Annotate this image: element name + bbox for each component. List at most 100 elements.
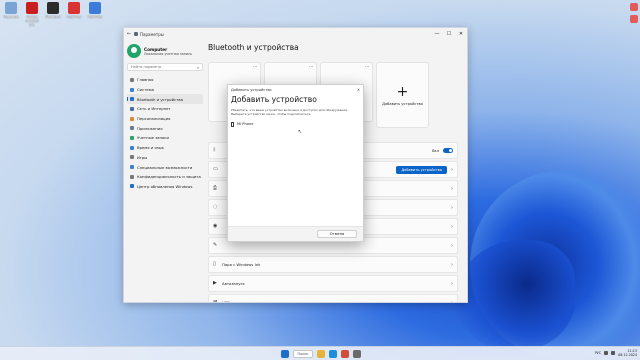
settings-row[interactable]: ▯ Пара с Windows Ink › [208,256,458,273]
desktop-icon-wordpad[interactable]: Wordpad [44,2,62,27]
app-icon [68,2,80,14]
dialog-bar-title: Добавить устройство [231,87,272,92]
desktop-app-icon-right[interactable] [630,3,638,11]
desktop-icons: Корзина Adobe Acrobat DC Wordpad OptiPle… [2,2,104,27]
taskbar-search[interactable]: Поиск [293,350,313,358]
sidebar-item-label: Сеть и Интернет [137,106,171,112]
sidebar-item[interactable]: Приложения [127,123,203,133]
sidebar-item[interactable]: Главная [127,75,203,85]
chrome-icon[interactable] [341,350,349,358]
desktop-icon-app-1[interactable]: OptiPlex [65,2,83,27]
printer-icon: ⎙ [213,185,218,191]
add-device-card[interactable]: + Добавить устройство [376,62,429,128]
avatar [127,44,141,58]
bluetooth-toggle[interactable] [443,148,453,153]
sidebar-item[interactable]: Центр обновления Windows [127,182,203,192]
more-options-icon[interactable]: ··· [309,64,313,69]
pen-icon: ✎ [213,242,218,248]
page-title: Bluetooth и устройства [208,43,299,52]
dialog-titlebar: Добавить устройство ✕ [228,85,363,94]
sidebar-item-label: Центр обновления Windows [137,183,193,189]
window-title: Параметры [140,31,164,37]
desktop-app-icon-right-2[interactable] [630,15,638,23]
settings-row-title: USB [222,300,230,303]
sidebar-item[interactable]: Система [127,85,203,95]
network-icon[interactable] [604,351,609,355]
settings-icon[interactable] [353,350,361,358]
chevron-right-icon: › [451,166,453,173]
file-explorer-icon[interactable] [317,350,325,358]
wordpad-icon [47,2,59,14]
add-device-button[interactable]: Добавить устройство [396,165,447,174]
sidebar-item-label: Специальные возможности [137,164,193,170]
sidebar-item-label: Система [137,87,154,93]
close-button[interactable]: ✕ [455,31,467,37]
toggle-state-label: Вкл [432,148,439,153]
sidebar-item[interactable]: Специальные возможности [127,162,203,172]
home-icon [130,77,134,82]
start-icon[interactable] [281,350,289,358]
accounts-icon [130,135,134,140]
language-indicator[interactable]: РУС [595,351,601,355]
chevron-right-icon: › [451,299,453,303]
cancel-button[interactable]: Отмена [317,230,357,238]
bluetooth-icon [130,97,134,102]
sidebar-item[interactable]: Время и язык [127,143,203,153]
more-options-icon[interactable]: ··· [365,64,369,69]
search-icon[interactable]: ⌕ [197,65,199,70]
sidebar-item[interactable]: Сеть и Интернет [127,104,203,114]
settings-row-title: Автозапуск [222,281,245,286]
clock-date: 08.12.2024 [618,353,637,357]
clock[interactable]: 11:13 08.12.2024 [618,349,637,357]
sidebar-item-label: Игры [137,154,148,160]
desktop-icon-app-2[interactable]: OptiPlex [86,2,104,27]
dialog-title: Добавить устройство [231,95,317,104]
dialog-close-button[interactable]: ✕ [357,88,360,92]
sidebar-item[interactable]: Персонализация [127,114,203,124]
sidebar-item[interactable]: Учетные записи [127,133,203,143]
minimize-button[interactable]: — [431,31,443,37]
sidebar-item-label: Bluetooth и устройства [137,96,183,102]
chevron-right-icon: › [451,242,453,249]
chevron-right-icon: › [451,261,453,268]
desktop-icon-recycle-bin[interactable]: Корзина [2,2,20,27]
sidebar-item[interactable]: Bluetooth и устройства [127,94,203,105]
edge-icon[interactable] [329,350,337,358]
search-box: ⌕ [127,63,203,71]
window-titlebar: ← Параметры — ☐ ✕ [124,28,467,40]
more-options-icon[interactable]: ··· [253,64,257,69]
taskbar-apps: Поиск [281,350,361,358]
back-arrow-icon[interactable]: ← [124,31,134,37]
dialog-footer: Отмена [228,226,363,241]
bluetooth-icon: ᛒ [213,147,217,153]
sidebar-item[interactable]: Конфиденциальность и защита [127,172,203,182]
found-device-item[interactable]: MI Phone [231,120,360,128]
sidebar-item-label: Приложения [137,125,163,131]
settings-app-icon [134,32,138,36]
network-icon [130,106,134,111]
profile-account: Локальная учетная запись [144,51,192,56]
desktop-icon-acrobat[interactable]: Adobe Acrobat DC [23,2,41,27]
apps-icon [130,126,134,131]
autoplay-icon: ▶ [213,280,217,286]
usb-icon: ⇌ [213,299,218,303]
personalization-icon [130,116,134,121]
settings-row-title: Пара с Windows Ink [222,262,261,267]
search-input[interactable] [131,65,186,69]
devices-icon: ▭ [213,166,218,172]
sidebar-item-label: Главная [137,77,154,83]
privacy-icon [130,174,134,179]
acrobat-icon [26,2,38,14]
system-tray: РУС 11:13 08.12.2024 [595,349,637,357]
settings-row[interactable]: ⇌ USB › [208,294,458,303]
update-icon [130,184,134,189]
add-device-dialog: Добавить устройство ✕ Добавить устройств… [227,84,364,242]
plus-icon: + [396,83,409,100]
system-icon [130,87,134,92]
found-device-name: MI Phone [237,122,254,126]
sidebar-item[interactable]: Игры [127,153,203,163]
profile[interactable]: Computer Локальная учетная запись [127,44,203,58]
settings-row[interactable]: ▶ Автозапуск › [208,275,458,292]
maximize-button[interactable]: ☐ [443,31,455,37]
volume-icon[interactable] [611,351,616,355]
